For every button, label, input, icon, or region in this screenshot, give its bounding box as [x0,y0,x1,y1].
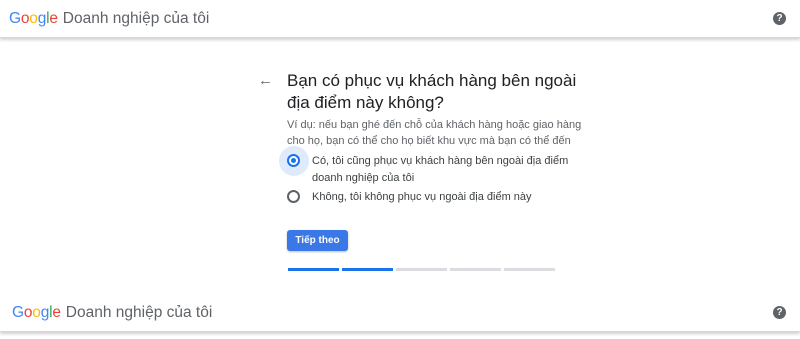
radio-unchecked-icon [287,190,300,203]
help-icon[interactable]: ? [773,12,786,25]
option-no-label: Không, tôi không phục vụ ngoài địa điểm … [312,191,532,203]
progress-segment-pending [450,268,501,271]
app-header: G o o g l e Doanh nghiệp của tôi ? [0,0,800,38]
radio-yes[interactable] [279,146,309,176]
logo-letter: g [37,9,47,27]
progress-segment-pending [396,268,447,271]
product-name: Doanh nghiệp của tôi [62,9,210,27]
progress-bar [288,268,558,271]
logo-letter: e [49,9,58,27]
progress-segment-complete [288,268,339,271]
logo-letter: o [32,303,41,321]
help-icon[interactable]: ? [773,306,786,319]
option-yes[interactable]: Có, tôi cũng phục vụ khách hàng bên ngoà… [279,146,607,187]
option-yes-label: Có, tôi cũng phục vụ khách hàng bên ngoà… [312,155,569,184]
progress-segment-complete [342,268,393,271]
brand[interactable]: G o o g l e Doanh nghiệp của tôi [9,10,209,28]
next-button[interactable]: Tiếp theo [287,230,348,251]
radio-no[interactable] [287,190,301,204]
app-header-repeat: G o o g l e Doanh nghiệp của tôi ? [0,294,800,332]
logo-letter: o [23,303,33,321]
question-title: Bạn có phục vụ khách hàng bên ngoài địa … [287,71,577,112]
logo-letter: G [12,303,24,321]
logo-letter: o [29,9,38,27]
option-no[interactable]: Không, tôi không phục vụ ngoài địa điểm … [287,189,607,206]
progress-segment-pending [504,268,555,271]
logo-letter: g [40,303,50,321]
logo-letter: G [9,9,21,27]
logo-letter: o [20,9,30,27]
product-name: Doanh nghiệp của tôi [65,303,213,321]
question-hint: Ví dụ: nếu bạn ghé đến chỗ của khách hàn… [287,119,582,147]
radio-checked-icon [287,154,300,167]
brand[interactable]: G o o g l e Doanh nghiệp của tôi [12,304,212,322]
google-logo: G o o g l e [9,10,58,28]
google-logo: G o o g l e [12,304,61,322]
logo-letter: e [52,303,61,321]
back-arrow-icon[interactable]: ← [258,72,276,90]
